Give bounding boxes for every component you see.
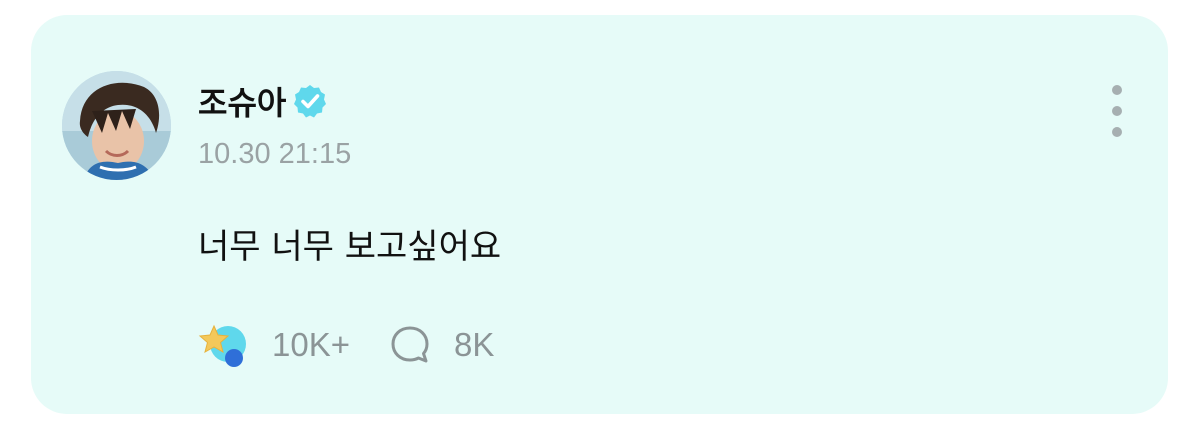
avatar[interactable]	[62, 71, 171, 180]
comments-count: 8K	[454, 326, 495, 363]
post-timestamp: 10.30 21:15	[198, 138, 352, 170]
comment-button[interactable]: 8K	[390, 325, 494, 365]
post-card: 조슈아 10.30 21:15 너무 너무 보고싶어요 10K+ 8K	[31, 15, 1168, 414]
post-actions: 10K+ 8K	[198, 320, 494, 370]
more-vertical-icon	[1112, 85, 1122, 95]
star-reaction-icon	[198, 324, 246, 367]
reaction-button[interactable]: 10K+	[198, 320, 350, 370]
avatar-image	[62, 71, 171, 180]
verified-badge-icon	[294, 85, 327, 118]
post-body: 너무 너무 보고싶어요	[198, 227, 502, 267]
author-name[interactable]: 조슈아	[198, 78, 286, 124]
reactions-count: 10K+	[272, 326, 350, 363]
comment-bubble-icon	[391, 326, 429, 363]
more-options-button[interactable]	[1103, 85, 1131, 137]
author-row: 조슈아	[198, 79, 328, 123]
